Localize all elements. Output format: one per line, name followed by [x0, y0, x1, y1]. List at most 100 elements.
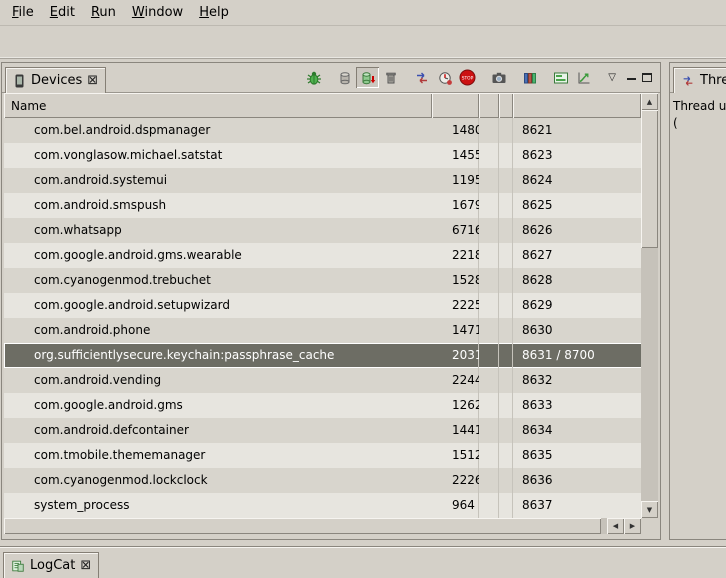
table-row[interactable]: com.bel.android.dspmanager14808621: [4, 118, 658, 143]
stop-process-button[interactable]: STOP: [456, 67, 479, 88]
devices-view-header: Devices ⊠: [2, 63, 660, 93]
capture-systrace-icon: [553, 70, 569, 86]
method-profiling-icon: [437, 70, 453, 86]
device-port: 8629: [513, 293, 641, 318]
device-name: com.tmobile.thememanager: [4, 443, 432, 468]
minimize-icon[interactable]: [627, 72, 636, 80]
column-header-name[interactable]: Name: [4, 93, 432, 118]
table-row[interactable]: org.sufficientlysecure.keychain:passphra…: [4, 343, 658, 368]
column-header-pid[interactable]: [432, 93, 479, 118]
close-icon[interactable]: ⊠: [80, 559, 91, 572]
tab-threads-label: Threa: [700, 73, 726, 88]
status-cell: [479, 418, 499, 443]
update-threads-button[interactable]: [410, 67, 433, 88]
device-port: 8628: [513, 268, 641, 293]
device-table: Name com.bel.android.dspmanager14808621c…: [4, 93, 658, 534]
scroll-right-icon[interactable]: ▶: [624, 518, 641, 534]
threads-icon: [681, 74, 695, 88]
device-icon: [13, 74, 26, 88]
status-cell: [499, 293, 513, 318]
device-port: 8630: [513, 318, 641, 343]
horizontal-scrollbar[interactable]: ◀ ▶: [4, 518, 641, 534]
menu-edit[interactable]: Edit: [42, 2, 83, 23]
horizontal-scroll-thumb[interactable]: [4, 518, 601, 534]
threads-view: Threa Thread up (: [669, 62, 726, 540]
vertical-scrollbar[interactable]: ▲ ▼: [641, 93, 658, 518]
scroll-left-icon[interactable]: ◀: [607, 518, 624, 534]
dump-hprof-button[interactable]: [356, 67, 379, 88]
status-cell: [479, 293, 499, 318]
status-cell: [479, 243, 499, 268]
device-name: com.vonglasow.michael.satstat: [4, 143, 432, 168]
status-cell: [499, 393, 513, 418]
table-row[interactable]: com.android.smspush16798625: [4, 193, 658, 218]
toolbar-separator: [479, 77, 487, 78]
table-row[interactable]: com.cyanogenmod.lockclock222658636: [4, 468, 658, 493]
debug-process-icon: [306, 70, 322, 86]
status-cell: [499, 368, 513, 393]
menu-help[interactable]: Help: [191, 2, 237, 23]
status-cell: [499, 443, 513, 468]
opengl-trace-icon: [576, 70, 592, 86]
table-row[interactable]: com.tmobile.thememanager15128635: [4, 443, 658, 468]
debug-process-button[interactable]: [302, 67, 325, 88]
device-name: system_process: [4, 493, 432, 518]
vertical-scroll-track[interactable]: [641, 110, 658, 501]
capture-view-hierarchy-icon: [522, 70, 538, 86]
menu-file[interactable]: File: [4, 2, 42, 23]
stop-process-icon: STOP: [459, 69, 476, 86]
column-header-status1[interactable]: [479, 93, 499, 118]
column-header-port[interactable]: [513, 93, 641, 118]
update-heap-button[interactable]: [333, 67, 356, 88]
device-name: com.google.android.gms.wearable: [4, 243, 432, 268]
close-icon[interactable]: ⊠: [87, 74, 98, 87]
toolbar-separator: [402, 77, 410, 78]
capture-view-hierarchy-button[interactable]: [518, 67, 541, 88]
column-header-status2[interactable]: [499, 93, 513, 118]
table-row[interactable]: system_process9648637: [4, 493, 658, 518]
device-name: com.android.smspush: [4, 193, 432, 218]
table-row[interactable]: com.android.defcontainer144118634: [4, 418, 658, 443]
scroll-down-icon[interactable]: ▼: [641, 501, 658, 518]
screen-capture-button[interactable]: [487, 67, 510, 88]
device-port: 8633: [513, 393, 641, 418]
table-row[interactable]: com.android.systemui11958624: [4, 168, 658, 193]
status-cell: [479, 118, 499, 143]
status-cell: [499, 168, 513, 193]
table-row[interactable]: com.google.android.gms126238633: [4, 393, 658, 418]
view-menu-icon[interactable]: ▽: [603, 72, 621, 83]
table-row[interactable]: com.android.vending224408632: [4, 368, 658, 393]
vertical-scroll-thumb[interactable]: [641, 110, 658, 248]
table-row[interactable]: com.google.android.gms.wearable221858627: [4, 243, 658, 268]
device-name: com.android.defcontainer: [4, 418, 432, 443]
device-port: 8625: [513, 193, 641, 218]
table-row[interactable]: com.google.android.setupwizard222508629: [4, 293, 658, 318]
cause-gc-button[interactable]: [379, 67, 402, 88]
table-row[interactable]: com.vonglasow.michael.satstat145538623: [4, 143, 658, 168]
table-row[interactable]: com.cyanogenmod.trebuchet15288628: [4, 268, 658, 293]
tab-logcat-label: LogCat: [30, 558, 75, 573]
menu-run[interactable]: Run: [83, 2, 124, 23]
table-row[interactable]: com.android.phone14718630: [4, 318, 658, 343]
capture-systrace-button[interactable]: [549, 67, 572, 88]
tab-logcat[interactable]: LogCat ⊠: [3, 552, 99, 578]
device-pid: 1512: [432, 443, 479, 468]
status-cell: [479, 493, 499, 518]
menu-window[interactable]: Window: [124, 2, 191, 23]
status-cell: [499, 143, 513, 168]
device-port: 8627: [513, 243, 641, 268]
method-profiling-button[interactable]: [433, 67, 456, 88]
table-row[interactable]: com.whatsapp67168626: [4, 218, 658, 243]
tab-devices[interactable]: Devices ⊠: [5, 67, 106, 93]
device-name: com.cyanogenmod.lockclock: [4, 468, 432, 493]
device-pid: 1480: [432, 118, 479, 143]
workspace: Devices ⊠: [0, 60, 726, 546]
device-port: 8624: [513, 168, 641, 193]
scroll-up-icon[interactable]: ▲: [641, 93, 658, 110]
opengl-trace-button[interactable]: [572, 67, 595, 88]
tab-threads[interactable]: Threa: [673, 67, 726, 93]
status-cell: [479, 318, 499, 343]
status-cell: [479, 268, 499, 293]
toolbar-separator: [510, 77, 518, 78]
maximize-icon[interactable]: [642, 73, 652, 82]
